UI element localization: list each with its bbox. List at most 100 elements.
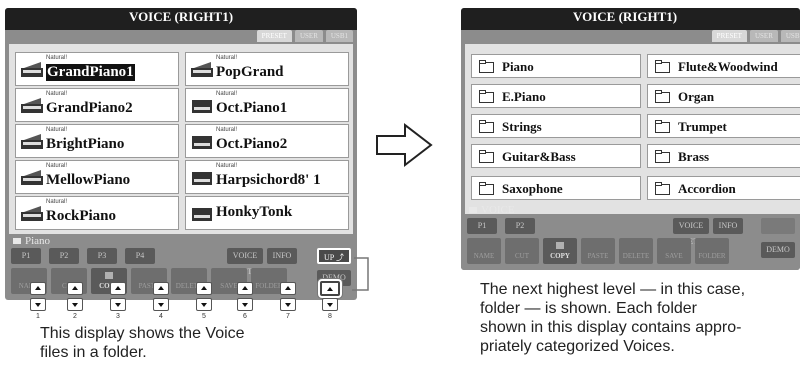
- folder-icon: [479, 120, 494, 133]
- voice-file-grandpiano2[interactable]: Natural! GrandPiano2: [15, 88, 179, 122]
- button-5-up[interactable]: [196, 282, 212, 295]
- button-number: 3: [116, 313, 120, 320]
- file-name: HonkyTonk: [216, 204, 293, 220]
- button-8-up[interactable]: [320, 281, 340, 296]
- page-button-p2[interactable]: P2: [505, 218, 535, 234]
- copy-icon: [556, 242, 564, 249]
- caption-line: folder — is shown. Each folder: [480, 300, 697, 317]
- button-7-down[interactable]: [280, 298, 296, 311]
- button-8-down[interactable]: [322, 298, 338, 311]
- voice-file-popgrand[interactable]: Natural! PopGrand: [185, 52, 349, 86]
- folder-name: Organ: [678, 89, 715, 104]
- folder-button[interactable]: FOLDER: [695, 238, 729, 264]
- button-number: 7: [286, 313, 290, 320]
- page-button-p1[interactable]: P1: [11, 248, 41, 264]
- file-sub-label: Natural!: [46, 55, 68, 61]
- folder-brass[interactable]: Brass: [647, 144, 800, 168]
- folder-e-piano[interactable]: E.Piano: [471, 84, 641, 108]
- tab-user[interactable]: USER: [749, 30, 778, 42]
- folder-guitar-bass[interactable]: Guitar&Bass: [471, 144, 641, 168]
- voice-file-rockpiano[interactable]: Natural! RockPiano: [15, 196, 179, 230]
- demo-button[interactable]: DEMO: [761, 242, 795, 258]
- caption-line: The next highest level — in this case,: [480, 281, 746, 298]
- path-label: VOICE: [481, 204, 515, 216]
- folder-trumpet[interactable]: Trumpet: [647, 114, 800, 138]
- file-name: GrandPiano2: [46, 100, 133, 116]
- voice-file-harpsichord[interactable]: Natural! Harpsichord8' 1: [185, 160, 349, 194]
- button-1-down[interactable]: [30, 298, 46, 311]
- cut-button[interactable]: CUT: [505, 238, 539, 264]
- folder-icon: [479, 60, 494, 73]
- file-name: Oct.Piano1: [216, 100, 288, 116]
- button-number: 6: [243, 313, 247, 320]
- down-arrow-icon: [158, 303, 164, 307]
- piano-icon: [21, 170, 43, 186]
- paste-button[interactable]: PASTE: [581, 238, 615, 264]
- folder-name: Trumpet: [678, 119, 727, 134]
- info-button[interactable]: INFO: [267, 248, 297, 264]
- up-arrow-icon: [201, 286, 207, 290]
- folder-name: Strings: [502, 119, 542, 134]
- current-folder-path: Piano: [13, 235, 50, 247]
- button-number: 5: [202, 313, 206, 320]
- copy-button[interactable]: COPY: [543, 238, 577, 264]
- button-2-up[interactable]: [67, 282, 83, 295]
- folder-saxophone[interactable]: Saxophone: [471, 176, 641, 200]
- voice-file-oct-piano1[interactable]: Natural! Oct.Piano1: [185, 88, 349, 122]
- folder-icon: [13, 238, 21, 245]
- voice-file-grandpiano1[interactable]: Natural! GrandPiano1: [15, 52, 179, 86]
- delete-button[interactable]: DELETE: [619, 238, 653, 264]
- page-button-p1[interactable]: P1: [467, 218, 497, 234]
- tab-bar: PRESET USER USB1: [711, 30, 800, 44]
- file-name: Oct.Piano2: [216, 136, 288, 152]
- tab-user[interactable]: USER: [294, 30, 323, 42]
- tab-usb1[interactable]: USB1: [325, 30, 353, 42]
- button-6-up[interactable]: [237, 282, 253, 295]
- button-3-down[interactable]: [110, 298, 126, 311]
- voice-set-button[interactable]: VOICE SET: [227, 248, 263, 276]
- button-number: 2: [73, 313, 77, 320]
- right-caption: The next highest level — in this case, f…: [480, 280, 800, 356]
- voice-file-brightpiano[interactable]: Natural! BrightPiano: [15, 124, 179, 158]
- info-button[interactable]: INFO: [713, 218, 743, 234]
- tab-preset[interactable]: PRESET: [711, 30, 747, 42]
- button-4-up[interactable]: [153, 282, 169, 295]
- up-arrow-icon: [72, 286, 78, 290]
- voice-file-honkytonk[interactable]: HonkyTonk: [185, 196, 349, 230]
- tab-usb1[interactable]: USB1: [780, 30, 800, 42]
- up-arrow-icon: [158, 286, 164, 290]
- button-5-down[interactable]: [196, 298, 212, 311]
- page-button-p2[interactable]: P2: [49, 248, 79, 264]
- button-number: 1: [36, 313, 40, 320]
- button-3-up[interactable]: [110, 282, 126, 295]
- tab-preset[interactable]: PRESET: [256, 30, 292, 42]
- button-7-up[interactable]: [280, 282, 296, 295]
- up-button[interactable]: [761, 218, 795, 234]
- voice-file-oct-piano2[interactable]: Natural! Oct.Piano2: [185, 124, 349, 158]
- piano-icon: [191, 206, 213, 222]
- voice-set-button[interactable]: VOICE SET: [673, 218, 709, 246]
- down-arrow-icon: [327, 303, 333, 307]
- voice-file-mellowpiano[interactable]: Natural! MellowPiano: [15, 160, 179, 194]
- button-2-down[interactable]: [67, 298, 83, 311]
- folder-piano[interactable]: Piano: [471, 54, 641, 78]
- button-6-down[interactable]: [237, 298, 253, 311]
- save-button[interactable]: SAVE: [657, 238, 691, 264]
- button-4-down[interactable]: [153, 298, 169, 311]
- piano-icon: [21, 62, 43, 78]
- caption-line: files in a folder.: [40, 344, 147, 361]
- name-button[interactable]: NAME: [467, 238, 501, 264]
- file-name: BrightPiano: [46, 136, 125, 152]
- page-button-p3[interactable]: P3: [87, 248, 117, 264]
- folder-organ[interactable]: Organ: [647, 84, 800, 108]
- up-arrow-icon: [35, 286, 41, 290]
- button-1-up[interactable]: [30, 282, 46, 295]
- folder-accordion[interactable]: Accordion: [647, 176, 800, 200]
- up-arrow-icon: [242, 286, 248, 290]
- down-arrow-icon: [285, 303, 291, 307]
- folder-strings[interactable]: Strings: [471, 114, 641, 138]
- folder-flute-woodwind[interactable]: Flute&Woodwind: [647, 54, 800, 78]
- page-button-p4[interactable]: P4: [125, 248, 155, 264]
- file-sub-label: Natural!: [46, 163, 68, 169]
- button-number: 4: [159, 313, 163, 320]
